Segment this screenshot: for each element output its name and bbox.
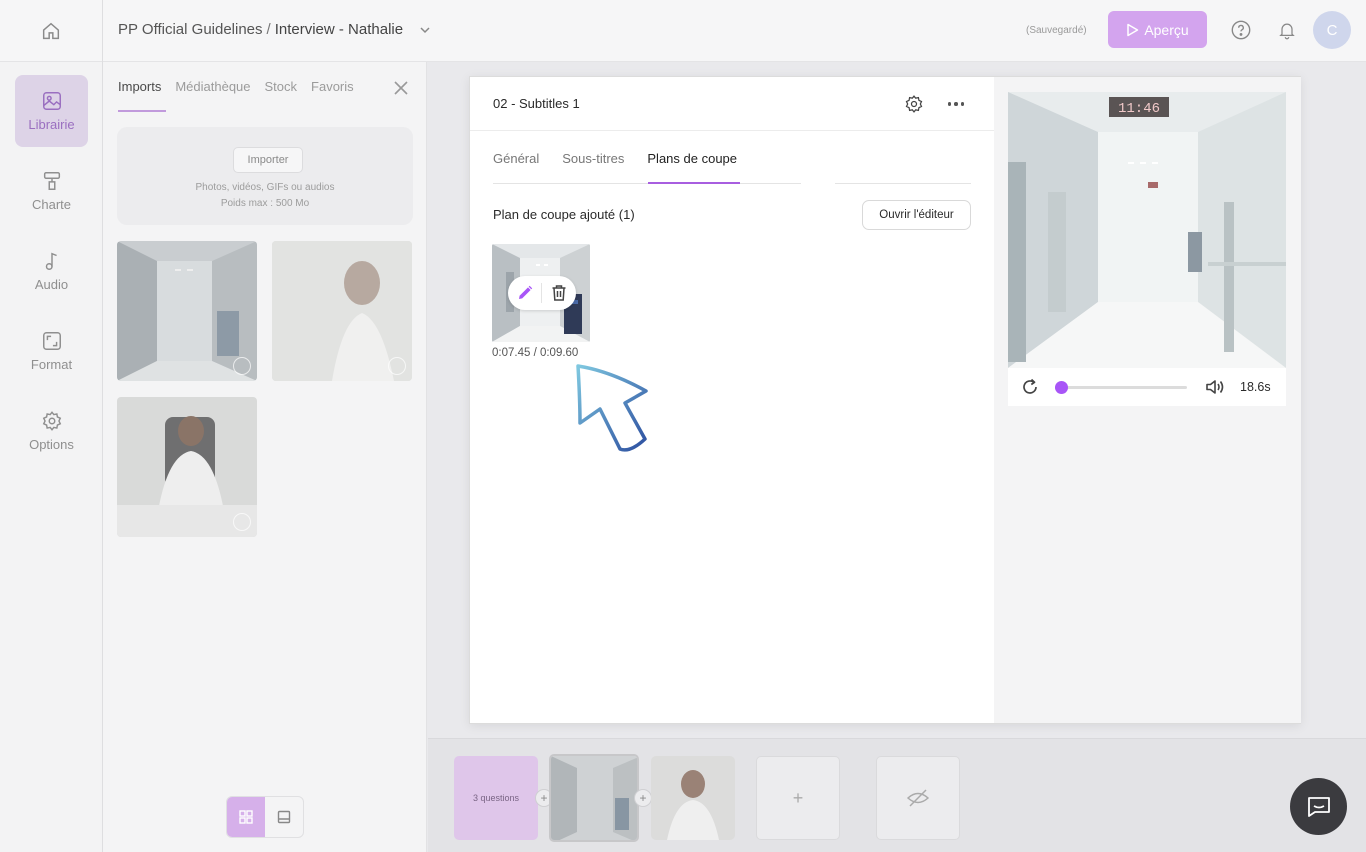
tab-general[interactable]: Général <box>493 151 539 166</box>
home-icon[interactable] <box>30 16 72 46</box>
video-duration: 18.6s <box>1240 380 1271 394</box>
import-button[interactable]: Importer <box>233 147 303 173</box>
timeline-slide-hallway[interactable] <box>549 754 639 842</box>
tab-imports[interactable]: Imports <box>118 79 161 94</box>
modal-title: 02 - Subtitles 1 <box>493 96 580 111</box>
modal-tabs: Général Sous-titres Plans de coupe <box>493 151 737 166</box>
timeline-slide-interview[interactable] <box>651 756 735 840</box>
gear-icon <box>42 411 61 431</box>
list-view-icon[interactable] <box>265 797 303 837</box>
top-bar: PP Official Guidelines / Interview - Nat… <box>0 0 1366 62</box>
cutaway-modal: 02 - Subtitles 1 Général Sous-titres Pla… <box>469 76 1301 724</box>
rail-label: Audio <box>34 277 69 292</box>
modal-header-divider <box>470 130 994 131</box>
breadcrumb-project[interactable]: PP Official Guidelines <box>118 21 263 38</box>
avatar[interactable]: C <box>1313 11 1351 49</box>
left-rail: Librairie Charte Audio Format Options <box>0 62 102 852</box>
chat-widget-icon[interactable] <box>1290 778 1347 835</box>
breadcrumb: PP Official Guidelines / Interview - Nat… <box>118 21 431 38</box>
library-tabs: Imports Médiathèque Stock Favoris <box>118 79 354 94</box>
tab-mediatheque[interactable]: Médiathèque <box>175 79 250 94</box>
rail-label: Charte <box>31 197 72 212</box>
saved-status: (Sauvegardé) <box>1026 25 1087 36</box>
media-item[interactable] <box>272 241 412 381</box>
section-title: Plan de coupe ajouté (1) <box>493 207 635 222</box>
view-toggle <box>226 796 304 838</box>
seek-track[interactable] <box>1055 386 1187 389</box>
bell-icon[interactable] <box>1275 18 1299 42</box>
media-item[interactable] <box>117 241 257 381</box>
play-icon <box>388 357 406 375</box>
play-icon <box>233 513 251 531</box>
timeline-slide-questions[interactable]: 3 questions <box>454 756 538 840</box>
upload-dropzone[interactable]: Importer Photos, vidéos, GIFs ou audios … <box>117 127 413 225</box>
trash-icon[interactable] <box>542 276 575 310</box>
rail-item-charte[interactable]: Charte <box>15 155 88 227</box>
rail-item-librairie[interactable]: Librairie <box>15 75 88 147</box>
active-tab-indicator <box>648 182 740 184</box>
active-tab-indicator <box>118 110 166 112</box>
tab-plans-de-coupe[interactable]: Plans de coupe <box>647 151 737 166</box>
video-preview[interactable]: 11:46 <box>1008 92 1286 368</box>
chevron-down-icon[interactable] <box>419 24 431 36</box>
gear-icon[interactable] <box>904 94 924 114</box>
paint-roller-icon <box>43 172 60 190</box>
rail-item-options[interactable]: Options <box>15 395 88 467</box>
tab-sous-titres[interactable]: Sous-titres <box>562 151 624 166</box>
tabs-divider-gap <box>801 182 835 185</box>
grid-view-icon[interactable] <box>227 797 265 837</box>
pointer-cursor-icon <box>576 364 648 452</box>
open-editor-button[interactable]: Ouvrir l'éditeur <box>862 200 971 230</box>
cutaway-actions <box>508 276 576 310</box>
image-icon <box>42 92 61 110</box>
rail-item-format[interactable]: Format <box>15 315 88 387</box>
cutaway-time-range: 0:07.45 / 0:09.60 <box>492 347 579 359</box>
more-options-icon[interactable] <box>946 94 966 114</box>
hidden-slide-icon[interactable] <box>876 756 960 840</box>
help-icon[interactable] <box>1229 18 1253 42</box>
player-controls: 18.6s <box>1008 368 1286 406</box>
library-panel: Imports Médiathèque Stock Favoris Import… <box>103 62 427 852</box>
upload-hint-size: Poids max : 500 Mo <box>220 198 310 209</box>
preview-button[interactable]: Aperçu <box>1108 11 1207 48</box>
tab-stock[interactable]: Stock <box>265 79 298 94</box>
rail-label: Options <box>29 437 74 452</box>
rail-label: Format <box>30 357 73 372</box>
tab-favoris[interactable]: Favoris <box>311 79 354 94</box>
rail-label: Librairie <box>28 117 75 132</box>
questions-label: 3 questions <box>472 793 520 803</box>
media-item[interactable] <box>117 397 257 537</box>
rail-item-audio[interactable]: Audio <box>15 235 88 307</box>
preview-panel: 11:46 18.6s <box>994 77 1301 723</box>
close-icon[interactable] <box>391 78 411 98</box>
breadcrumb-separator: / <box>266 21 271 38</box>
seek-handle[interactable] <box>1055 381 1069 394</box>
breadcrumb-page[interactable]: Interview - Nathalie <box>275 21 403 38</box>
music-note-icon <box>45 252 57 270</box>
add-slide-button[interactable]: + <box>756 756 840 840</box>
timeline: 3 questions + + + <box>428 738 1366 852</box>
volume-icon[interactable] <box>1205 378 1225 396</box>
replay-icon[interactable] <box>1021 378 1039 396</box>
play-icon <box>1127 23 1139 36</box>
add-slide-icon[interactable]: + <box>634 789 652 807</box>
aspect-ratio-icon <box>42 332 61 350</box>
edit-icon[interactable] <box>508 276 541 310</box>
preview-clock: 11:46 <box>1118 101 1160 117</box>
play-icon <box>233 357 251 375</box>
preview-button-label: Aperçu <box>1144 21 1189 38</box>
upload-hint-types: Photos, vidéos, GIFs ou audios <box>195 182 335 193</box>
